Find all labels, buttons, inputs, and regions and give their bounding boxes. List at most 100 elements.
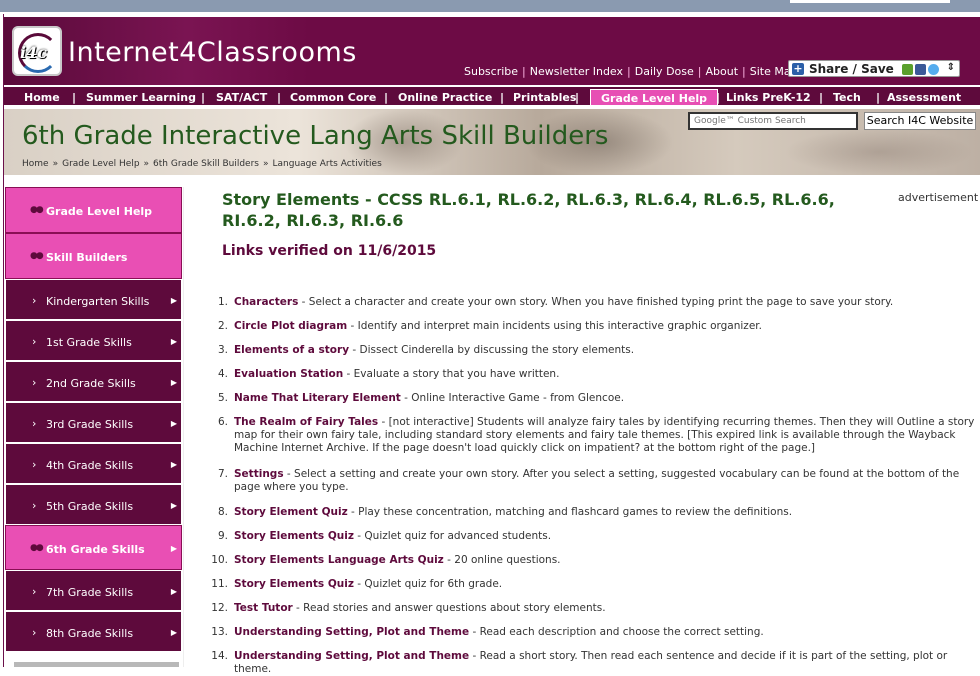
nav-separator: | xyxy=(716,91,721,104)
resource-description: - Quizlet quiz for 6th grade. xyxy=(353,578,503,590)
nav-sat-act[interactable]: SAT/ACT xyxy=(216,89,267,106)
sidebar-item-3rd-grade-skills[interactable]: › 3rd Grade Skills ▶ xyxy=(5,402,182,443)
resource-link[interactable]: Circle Plot diagram xyxy=(234,320,347,332)
resource-description: - Read stories and answer questions abou… xyxy=(292,602,606,614)
sidebar-item-label: 2nd Grade Skills xyxy=(46,377,136,390)
nav-tech[interactable]: Tech xyxy=(833,89,861,106)
chevron-right-icon: ▶ xyxy=(170,501,177,510)
breadcrumb-item[interactable]: Grade Level Help xyxy=(62,159,139,169)
toplink-separator: | xyxy=(627,65,631,78)
list-item-body: The Realm of Fairy Tales - [not interact… xyxy=(234,416,980,455)
nav-home[interactable]: Home xyxy=(24,89,60,106)
resource-link[interactable]: Story Elements Quiz xyxy=(234,530,354,542)
sidebar-item-4th-grade-skills[interactable]: › 4th Grade Skills ▶ xyxy=(5,443,182,484)
twitter-icon[interactable] xyxy=(928,64,939,75)
sidebar-item-5th-grade-skills[interactable]: › 5th Grade Skills ▶ xyxy=(5,484,182,525)
resource-link[interactable]: Settings xyxy=(234,468,284,480)
resource-link[interactable]: Story Elements Language Arts Quiz xyxy=(234,554,444,566)
resource-link[interactable]: The Realm of Fairy Tales xyxy=(234,416,378,428)
sidebar-item-label: 3rd Grade Skills xyxy=(46,418,134,431)
email-share-icon[interactable] xyxy=(902,64,913,75)
nav-grade-level-help[interactable]: Grade Level Help xyxy=(590,89,719,106)
toplink-subscribe[interactable]: Subscribe xyxy=(464,65,518,78)
nav-online-practice[interactable]: Online Practice xyxy=(398,89,492,106)
sidebar-item-7th-grade-skills[interactable]: › 7th Grade Skills ▶ xyxy=(5,570,182,611)
resource-description: - Dissect Cinderella by discussing the s… xyxy=(349,344,635,356)
links-verified-note: Links verified on 11/6/2015 xyxy=(222,243,437,259)
sidebar-item-2nd-grade-skills[interactable]: › 2nd Grade Skills ▶ xyxy=(5,361,182,402)
resource-link[interactable]: Evaluation Station xyxy=(234,368,343,380)
search-button[interactable]: Search I4C Website xyxy=(864,112,976,130)
chevron-right-icon: ▶ xyxy=(170,296,177,305)
page-frame: i4c Internet4Classrooms Subscribe | Newsle… xyxy=(3,14,980,675)
share-expand-icon[interactable]: ⇕ xyxy=(947,62,955,73)
breadcrumb-item[interactable]: 6th Grade Skill Builders xyxy=(153,159,259,169)
chevron-right-icon: ▶ xyxy=(170,587,177,596)
list-item-number: 10. xyxy=(211,554,228,566)
nav-common-core[interactable]: Common Core xyxy=(290,89,376,106)
nav-printables[interactable]: Printables xyxy=(513,89,576,106)
resource-link[interactable]: Understanding Setting, Plot and Theme xyxy=(234,650,469,662)
sidebar-gutter xyxy=(183,187,191,667)
nav-links-prek-12[interactable]: Links PreK-12 xyxy=(726,89,811,106)
nav-separator: | xyxy=(500,91,505,104)
list-item-body: Understanding Setting, Plot and Theme - … xyxy=(234,626,980,639)
sidebar-item-label: 6th Grade Skills xyxy=(46,543,145,556)
triangle-bullet-icon: › xyxy=(32,499,37,512)
resource-description: - Evaluate a story that you have written… xyxy=(343,368,560,380)
triangle-bullet-icon: › xyxy=(32,458,37,471)
breadcrumb-item[interactable]: Home xyxy=(22,159,49,169)
toplink-about[interactable]: About xyxy=(705,65,738,78)
logo-area[interactable]: i4c Internet4Classrooms xyxy=(4,17,356,85)
eyes-icon: ●● xyxy=(30,543,44,553)
sidebar-item-grade-level-help[interactable]: ●● Grade Level Help xyxy=(5,187,182,233)
list-item-body: Settings - Select a setting and create y… xyxy=(234,468,980,494)
resource-link[interactable]: Name That Literary Element xyxy=(234,392,401,404)
list-item-body: Story Element Quiz - Play these concentr… xyxy=(234,506,980,519)
triangle-bullet-icon: › xyxy=(32,376,37,389)
resource-description: - Play these concentration, matching and… xyxy=(347,506,793,518)
resource-link[interactable]: Understanding Setting, Plot and Theme xyxy=(234,626,469,638)
list-item-body: Circle Plot diagram - Identify and inter… xyxy=(234,320,980,333)
resource-link[interactable]: Characters xyxy=(234,296,298,308)
chevron-right-icon: ▶ xyxy=(170,460,177,469)
chevron-right-icon: ▶ xyxy=(170,337,177,346)
top-links: Subscribe | Newsletter Index | Daily Dose | Ab… xyxy=(464,65,798,78)
toplink-newsletter-index[interactable]: Newsletter Index xyxy=(530,65,623,78)
nav-separator: | xyxy=(876,91,881,104)
resource-link[interactable]: Story Elements Quiz xyxy=(234,578,354,590)
list-item-number: 8. xyxy=(217,506,228,518)
sidebar-item-kindergarten-skills[interactable]: › Kindergarten Skills ▶ xyxy=(5,279,182,320)
nav-summer-learning[interactable]: Summer Learning xyxy=(86,89,196,106)
plus-icon: + xyxy=(792,62,804,75)
sidebar-item-8th-grade-skills[interactable]: › 8th Grade Skills ▶ xyxy=(5,611,182,652)
list-item-number: 7. xyxy=(217,468,228,480)
sidebar-item-skill-builders[interactable]: ●● Skill Builders xyxy=(5,233,182,279)
browser-top-strip xyxy=(0,0,980,12)
chevron-right-icon: ▶ xyxy=(170,419,177,428)
nav-separator: | xyxy=(201,91,206,104)
i4c-logo-icon[interactable]: i4c xyxy=(12,26,62,76)
list-item-number: 3. xyxy=(217,344,228,356)
search-input[interactable] xyxy=(688,112,858,130)
advertisement-label: advertisement xyxy=(898,191,979,204)
sidebar-item-1st-grade-skills[interactable]: › 1st Grade Skills ▶ xyxy=(5,320,182,361)
sidebar-item-6th-grade-skills[interactable]: ●● 6th Grade Skills ▶ xyxy=(5,525,182,570)
breadcrumb-separator: » xyxy=(143,159,150,169)
resource-description: - Identify and interpret main incidents … xyxy=(347,320,762,332)
toplink-separator: | xyxy=(742,65,746,78)
nav-assessment[interactable]: Assessment xyxy=(887,89,961,106)
page-title: 6th Grade Interactive Lang Arts Skill Bu… xyxy=(22,121,609,151)
toplink-daily-dose[interactable]: Daily Dose xyxy=(635,65,694,78)
logo-text[interactable]: Internet4Classrooms xyxy=(68,37,357,68)
nav-separator: | xyxy=(384,91,389,104)
header-divider xyxy=(4,175,980,185)
list-item-number: 13. xyxy=(211,626,228,638)
resource-link[interactable]: Story Element Quiz xyxy=(234,506,348,518)
resource-link[interactable]: Elements of a story xyxy=(234,344,349,356)
nav-separator: | xyxy=(575,91,580,104)
facebook-icon[interactable] xyxy=(915,64,926,75)
chevron-right-icon: ▶ xyxy=(170,378,177,387)
resource-link[interactable]: Test Tutor xyxy=(234,602,293,614)
share-save-button[interactable]: + Share / Save ⇕ xyxy=(788,60,960,77)
